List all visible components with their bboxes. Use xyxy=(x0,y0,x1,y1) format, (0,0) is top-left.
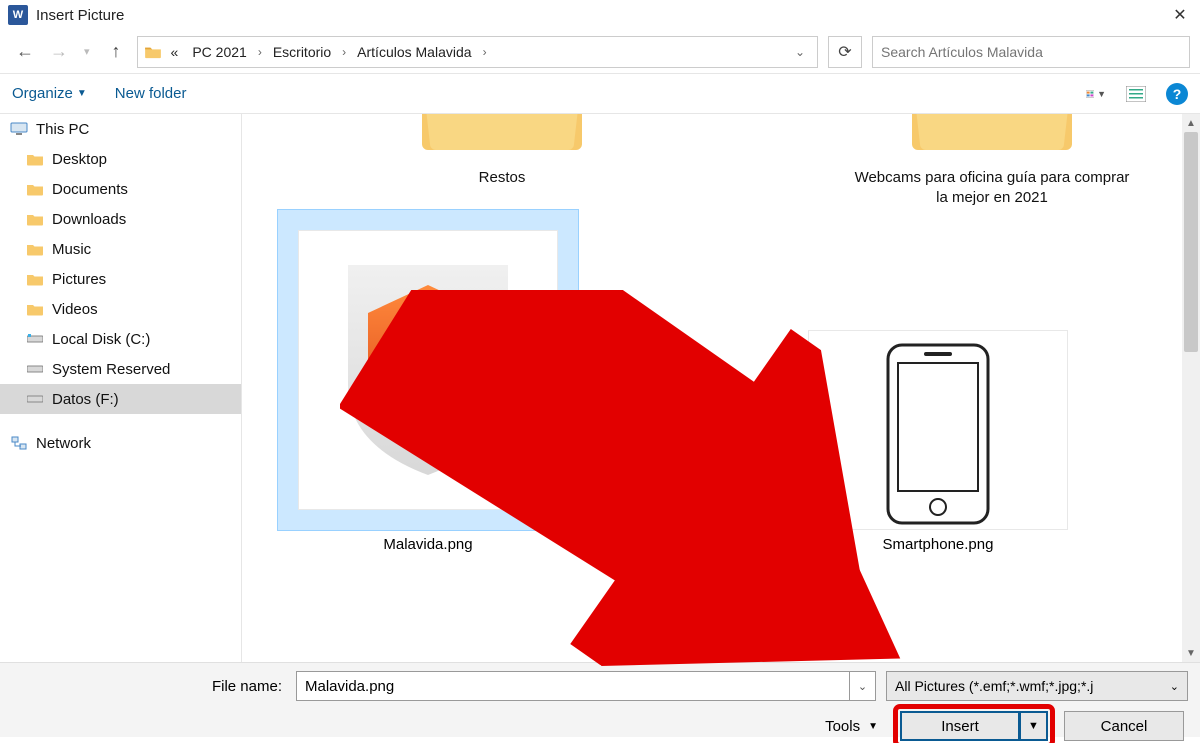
file-thumbnail xyxy=(278,210,578,530)
insert-button-highlight: Insert ▼ xyxy=(898,709,1050,743)
folder-icon xyxy=(26,181,44,197)
tools-label: Tools xyxy=(825,718,860,735)
folder-icon xyxy=(902,114,1082,160)
filename-input[interactable] xyxy=(296,671,850,701)
breadcrumb-item[interactable]: Artículos Malavida xyxy=(352,41,476,63)
sidebar-label: Downloads xyxy=(52,211,126,228)
folder-icon xyxy=(26,301,44,317)
chevron-down-icon: ⌄ xyxy=(1170,680,1179,693)
organize-button[interactable]: Organize ▼ xyxy=(12,85,87,102)
folder-icon xyxy=(144,45,162,59)
scroll-thumb[interactable] xyxy=(1184,132,1198,352)
chevron-right-icon[interactable]: › xyxy=(481,45,489,59)
network-icon xyxy=(10,435,28,451)
sidebar-label: Documents xyxy=(52,181,128,198)
sidebar-label: System Reserved xyxy=(52,361,170,378)
view-thumbnails-button[interactable]: ▼ xyxy=(1086,86,1106,102)
scroll-down-button[interactable]: ▼ xyxy=(1182,644,1200,662)
folder-icon xyxy=(26,241,44,257)
disk-icon xyxy=(26,361,44,377)
filename-label: File name: xyxy=(12,678,286,695)
sidebar-item-datos-f[interactable]: Datos (F:) xyxy=(0,384,241,414)
network-node[interactable]: Network xyxy=(0,428,241,458)
navigation-pane[interactable]: This PC Desktop Documents Downloads Musi… xyxy=(0,114,242,662)
folder-label: Restos xyxy=(372,168,632,188)
sidebar-item-system-reserved[interactable]: System Reserved xyxy=(0,354,241,384)
sidebar-item-music[interactable]: Music xyxy=(0,234,241,264)
sidebar-label: Pictures xyxy=(52,271,106,288)
chevron-down-icon: ▼ xyxy=(868,721,878,732)
disk-icon xyxy=(26,391,44,407)
chevron-down-icon: ▼ xyxy=(77,88,87,99)
sidebar-label: Music xyxy=(52,241,91,258)
organize-label: Organize xyxy=(12,85,73,102)
folder-icon xyxy=(26,151,44,167)
vertical-scrollbar[interactable]: ▲ ▼ xyxy=(1182,114,1200,662)
sidebar-item-downloads[interactable]: Downloads xyxy=(0,204,241,234)
file-tile-malavida[interactable]: Malavida.png xyxy=(268,210,588,553)
new-folder-button[interactable]: New folder xyxy=(115,85,187,102)
sidebar-item-documents[interactable]: Documents xyxy=(0,174,241,204)
network-label: Network xyxy=(36,435,91,452)
breadcrumb-item[interactable]: Escritorio xyxy=(268,41,336,63)
filename-dropdown[interactable]: ⌄ xyxy=(850,671,876,701)
word-app-icon: W xyxy=(8,5,28,25)
sidebar-label: Local Disk (C:) xyxy=(52,331,150,348)
help-button[interactable]: ? xyxy=(1166,83,1188,105)
file-list-pane[interactable]: Restos Webcams para oficina guía para co… xyxy=(242,114,1200,662)
filter-label: All Pictures (*.emf;*.wmf;*.jpg;*.j xyxy=(895,678,1093,694)
sidebar-item-videos[interactable]: Videos xyxy=(0,294,241,324)
breadcrumb-item[interactable]: PC 2021 xyxy=(187,41,251,63)
sidebar-item-local-disk-c[interactable]: Local Disk (C:) xyxy=(0,324,241,354)
address-bar[interactable]: « PC 2021 › Escritorio › Artículos Malav… xyxy=(137,36,818,68)
back-button[interactable]: ← xyxy=(16,41,34,62)
recent-dropdown[interactable]: ▾ xyxy=(84,45,90,58)
scroll-up-button[interactable]: ▲ xyxy=(1182,114,1200,132)
breadcrumb-prefix[interactable]: « xyxy=(166,41,184,63)
cancel-label: Cancel xyxy=(1101,718,1148,735)
file-label: Smartphone.png xyxy=(778,536,1098,553)
chevron-right-icon[interactable]: › xyxy=(340,45,348,59)
search-input[interactable] xyxy=(872,36,1190,68)
sidebar-label: Desktop xyxy=(52,151,107,168)
disk-icon xyxy=(26,331,44,347)
file-tile-smartphone[interactable]: Smartphone.png xyxy=(778,330,1098,553)
tools-button[interactable]: Tools ▼ xyxy=(819,718,884,735)
sidebar-item-desktop[interactable]: Desktop xyxy=(0,144,241,174)
folder-icon xyxy=(412,114,592,160)
refresh-button[interactable]: ⟳ xyxy=(828,36,862,68)
this-pc-node[interactable]: This PC xyxy=(0,114,241,144)
this-pc-label: This PC xyxy=(36,121,89,138)
forward-button[interactable]: → xyxy=(50,41,68,62)
folder-icon xyxy=(26,211,44,227)
insert-label: Insert xyxy=(941,718,979,735)
address-dropdown[interactable]: ⌄ xyxy=(789,45,811,59)
close-button[interactable]: ✕ xyxy=(1160,5,1200,25)
file-type-filter[interactable]: All Pictures (*.emf;*.wmf;*.jpg;*.j ⌄ xyxy=(886,671,1188,701)
up-button[interactable]: ↑ xyxy=(106,41,127,62)
new-folder-label: New folder xyxy=(115,85,187,102)
folder-icon xyxy=(26,271,44,287)
dialog-title: Insert Picture xyxy=(36,7,1160,24)
file-label: Malavida.png xyxy=(268,536,588,553)
view-details-button[interactable] xyxy=(1126,86,1146,102)
sidebar-label: Videos xyxy=(52,301,98,318)
this-pc-icon xyxy=(10,121,28,137)
file-thumbnail xyxy=(788,330,1088,530)
chevron-right-icon[interactable]: › xyxy=(256,45,264,59)
sidebar-label: Datos (F:) xyxy=(52,391,119,408)
folder-label: Webcams para oficina guía para comprar l… xyxy=(852,168,1132,207)
sidebar-item-pictures[interactable]: Pictures xyxy=(0,264,241,294)
chevron-down-icon: ▼ xyxy=(1097,89,1106,99)
